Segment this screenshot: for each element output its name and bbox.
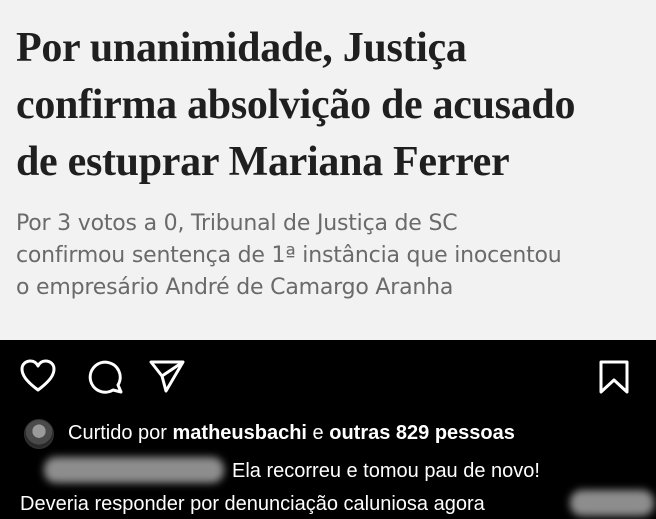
liked-by-conjunction: e — [306, 422, 330, 444]
send-icon[interactable] — [148, 358, 186, 394]
article-subheadline: Por 3 votos a 0, Tribunal de Justiça de … — [16, 208, 646, 304]
liked-by-prefix: Curtido por — [68, 422, 173, 444]
liked-by-username[interactable]: matheusbachi — [173, 422, 307, 444]
heart-icon[interactable] — [20, 359, 56, 393]
avatar[interactable] — [24, 419, 54, 449]
headline-line: de estuprar Mariana Ferrer — [16, 139, 510, 185]
article-headline: Por unanimidade, Justiça confirma absolv… — [16, 20, 646, 191]
bookmark-icon[interactable] — [598, 359, 630, 395]
comment-text: Ela recorreu e tomou pau de novo! — [232, 460, 540, 482]
comment-icon[interactable] — [86, 358, 124, 394]
subheadline-line: confirmou sentença de 1ª instância que i… — [16, 243, 562, 268]
news-article-card: Por unanimidade, Justiça confirma absolv… — [0, 0, 656, 340]
comment-text: Deveria responder por denunciação caluni… — [20, 493, 485, 515]
liked-by-others[interactable]: outras 829 pessoas — [329, 422, 515, 444]
headline-line: confirma absolvição de acusado — [16, 82, 576, 128]
liked-by-text[interactable]: Curtido por matheusbachi e outras 829 pe… — [68, 420, 515, 446]
liked-by-row[interactable]: Curtido por matheusbachi e outras 829 pe… — [24, 418, 644, 449]
headline-line: Por unanimidade, Justiça — [16, 25, 467, 71]
subheadline-line: o empresário André de Camargo Aranha — [16, 275, 454, 300]
subheadline-line: Por 3 votos a 0, Tribunal de Justiça de … — [16, 211, 458, 236]
redacted-username — [44, 457, 224, 483]
redacted-username — [570, 490, 654, 516]
